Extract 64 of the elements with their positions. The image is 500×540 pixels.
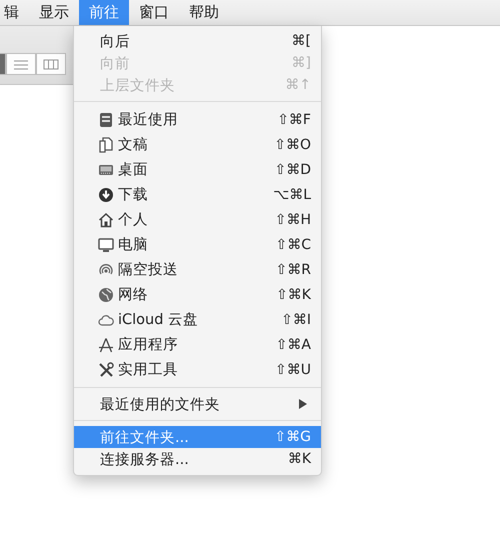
recents-icon: [98, 112, 114, 128]
shortcut-label: ⌘[: [292, 33, 311, 49]
shortcut-label: ⇧⌘K: [276, 286, 311, 302]
menu-item[interactable]: 文稿 ⇧⌘O: [74, 132, 321, 157]
shortcut-label: ⌘K: [288, 451, 311, 467]
menu-item[interactable]: 最近使用 ⇧⌘F: [74, 107, 321, 132]
menu-item[interactable]: 桌面 ⇧⌘D: [74, 157, 321, 182]
shortcut-label: ⇧⌘A: [276, 336, 311, 352]
menu-item-label: 最近使用的文件夹: [100, 396, 221, 414]
menu-item-label: iCloud 云盘: [118, 311, 200, 329]
shortcut-label: ⇧⌘G: [274, 429, 311, 445]
menu-item-label: 上层文件夹: [100, 76, 176, 94]
menu-item[interactable]: 个人 ⇧⌘H: [74, 207, 321, 232]
menu-item[interactable]: 电脑 ⇧⌘C: [74, 232, 321, 257]
menu-item[interactable]: 隔空投送 ⇧⌘R: [74, 257, 321, 282]
menu-title[interactable]: 显示: [29, 0, 79, 25]
shortcut-label: ⌘]: [292, 55, 311, 71]
menu-item-label: 文稿: [118, 136, 149, 154]
shortcut-label: ⇧⌘H: [274, 212, 311, 228]
submenu-arrow-icon: [299, 399, 307, 409]
menu-title[interactable]: 窗口: [129, 0, 179, 25]
shortcut-label: ⌥⌘L: [273, 186, 311, 202]
menu-item[interactable]: 向后 ⌘[: [74, 30, 321, 52]
menu-item[interactable]: 应用程序 ⇧⌘A: [74, 332, 321, 357]
menu-item-label: 实用工具: [118, 360, 179, 379]
menu-item-label: 电脑: [118, 236, 149, 254]
menu-item[interactable]: iCloud 云盘 ⇧⌘I: [74, 307, 321, 332]
menu-title[interactable]: 辑: [0, 0, 29, 25]
menu-item-label: 个人: [118, 211, 149, 229]
menu-item-label: 应用程序: [118, 336, 179, 354]
shortcut-label: ⇧⌘D: [274, 162, 311, 178]
menu-item-label: 连接服务器...: [100, 450, 190, 468]
column-view-icon: [43, 58, 59, 70]
menu-item-label: 桌面: [118, 161, 149, 179]
menu-item[interactable]: 下载 ⌥⌘L: [74, 182, 321, 207]
compass-tool-icon: [98, 336, 114, 352]
menu-item-label: 前往文件夹...: [100, 428, 190, 446]
menu-item[interactable]: 连接服务器... ⌘K: [74, 448, 321, 470]
menu-item[interactable]: 最近使用的文件夹: [74, 393, 321, 415]
view-button[interactable]: [36, 53, 66, 75]
shortcut-label: ⇧⌘I: [281, 312, 311, 328]
menu-item-label: 向后: [100, 32, 131, 50]
computer-icon: [98, 236, 114, 252]
shortcut-label: ⌘↑: [285, 77, 311, 93]
download-icon: [98, 186, 114, 202]
shortcut-label: ⇧⌘U: [275, 362, 311, 378]
shortcut-label: ⇧⌘F: [277, 112, 311, 128]
menu-item[interactable]: 网络 ⇧⌘K: [74, 282, 321, 307]
shortcut-label: ⇧⌘C: [275, 236, 311, 252]
documents-icon: [98, 136, 114, 152]
menu-item[interactable]: 实用工具 ⇧⌘U: [74, 357, 321, 382]
menu-title[interactable]: 帮助: [179, 0, 229, 25]
globe-icon: [98, 286, 114, 302]
shortcut-label: ⇧⌘R: [276, 262, 311, 278]
tools-icon: [98, 362, 114, 378]
shortcut-label: ⇧⌘O: [274, 136, 311, 152]
home-icon: [98, 212, 114, 228]
menu-item-label: 下载: [118, 186, 149, 204]
view-button[interactable]: [6, 53, 36, 75]
menu-item-label: 隔空投送: [118, 261, 179, 279]
menu-item-label: 最近使用: [118, 111, 179, 129]
menu-item-label: 网络: [118, 286, 149, 304]
list-view-icon: [13, 58, 29, 70]
menu-item-label: 向前: [100, 54, 131, 72]
